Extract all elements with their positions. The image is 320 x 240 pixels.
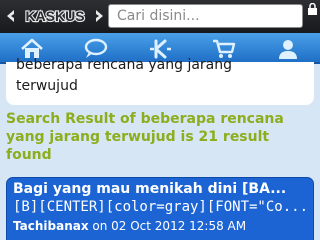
thread-meta: Tachibanax on 02 Oct 2012 12:58 AM <box>13 219 246 233</box>
thread-result-item[interactable]: Bagi yang mau menikah dini [BA... [B][CE… <box>6 177 314 240</box>
user-icon <box>279 39 297 59</box>
search-input[interactable]: Cari disini... <box>108 4 303 28</box>
svg-text:KASKUS: KASKUS <box>25 8 84 24</box>
lock-icon <box>308 3 317 15</box>
app-header: KASKUS Cari disini... <box>0 0 320 33</box>
kaskus-logo[interactable]: KASKUS <box>5 6 105 26</box>
thread-snippet: [B][CENTER][color=gray][FONT="Co... <box>13 199 309 215</box>
thread-title: Bagi yang mau menikah dini [BA... <box>13 181 287 197</box>
search-result-summary: Search Result of beberapa rencana yang j… <box>6 111 284 163</box>
nav-user[interactable] <box>256 33 320 64</box>
previous-result-card[interactable]: beberapa rencana yang jarang terwujud <box>6 57 314 105</box>
previous-result-line: terwujud <box>16 78 78 94</box>
previous-result-line: beberapa rencana yang jarang <box>16 57 233 73</box>
thread-author: Tachibanax <box>13 219 89 233</box>
thread-date: on 02 Oct 2012 12:58 AM <box>88 219 247 233</box>
